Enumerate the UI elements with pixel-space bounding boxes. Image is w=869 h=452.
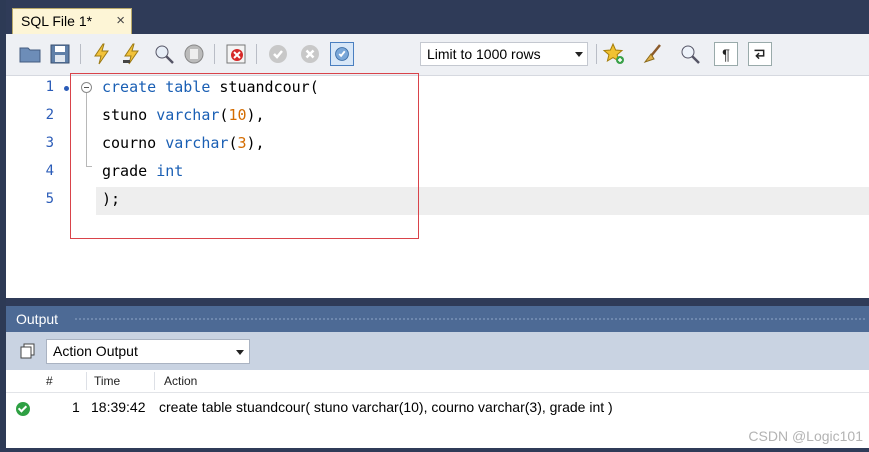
- chevron-down-icon: [236, 350, 244, 355]
- row-time: 18:39:42: [91, 399, 146, 415]
- toolbar-separator: [596, 44, 597, 64]
- commit-icon[interactable]: [266, 42, 290, 66]
- toolbar-separator: [80, 44, 81, 64]
- rollback-icon[interactable]: [298, 42, 322, 66]
- tab-bar: SQL File 1* ×: [6, 0, 869, 34]
- bookmark-star-icon[interactable]: [602, 42, 626, 66]
- column-action[interactable]: Action: [164, 374, 197, 388]
- find-icon[interactable]: [678, 42, 702, 66]
- invisible-chars-icon[interactable]: ¶: [714, 42, 738, 66]
- autocommit-icon[interactable]: [330, 42, 354, 66]
- copy-icon[interactable]: [20, 343, 36, 359]
- watermark: CSDN @Logic101: [748, 428, 863, 444]
- output-column-header: # Time Action: [6, 370, 869, 393]
- row-num: 1: [72, 399, 80, 415]
- save-icon[interactable]: [48, 42, 72, 66]
- beautify-broom-icon[interactable]: [642, 42, 666, 66]
- row-limit-value: Limit to 1000 rows: [427, 46, 541, 62]
- close-icon[interactable]: ×: [116, 9, 125, 33]
- line-number: 1: [45, 79, 54, 95]
- output-row[interactable]: 1 18:39:42 create table stuandcour( stun…: [6, 396, 869, 420]
- sql-editor[interactable]: 1 2 3 4 5 create table stuandcour( stuno…: [6, 73, 869, 298]
- tab-title: SQL File 1*: [21, 13, 93, 29]
- toolbar-separator: [256, 44, 257, 64]
- output-title: Output: [16, 311, 59, 327]
- row-limit-select[interactable]: Limit to 1000 rows: [420, 42, 588, 66]
- output-header: Output: [6, 306, 869, 332]
- sql-toolbar: Limit to 1000 rows ¶: [6, 34, 869, 76]
- chevron-down-icon: [575, 52, 583, 57]
- workbench-window: SQL File 1* × Limit to 1000 rows ¶ 1 2 3…: [0, 0, 869, 452]
- svg-text:¶: ¶: [722, 48, 730, 64]
- pane-splitter[interactable]: [6, 298, 869, 306]
- execute-current-icon[interactable]: [120, 42, 144, 66]
- execute-icon[interactable]: [90, 42, 114, 66]
- annotation-highlight-box: [70, 73, 419, 239]
- column-time[interactable]: Time: [94, 374, 120, 388]
- row-action: create table stuandcour( stuno varchar(1…: [159, 399, 613, 415]
- line-number: 5: [45, 191, 54, 207]
- open-folder-icon[interactable]: [18, 42, 42, 66]
- tab-sql-file[interactable]: SQL File 1* ×: [12, 8, 132, 34]
- line-number: 3: [45, 135, 54, 151]
- output-mode-value: Action Output: [53, 343, 138, 359]
- bottom-border: [0, 448, 869, 452]
- column-divider[interactable]: [86, 372, 87, 390]
- header-grip: [74, 318, 865, 320]
- statement-marker-icon: [64, 86, 69, 91]
- wrap-icon[interactable]: [748, 42, 772, 66]
- stop-icon[interactable]: [182, 42, 206, 66]
- output-toolbar: Action Output: [6, 332, 869, 370]
- output-mode-select[interactable]: Action Output: [46, 339, 250, 364]
- success-check-icon: [16, 402, 30, 416]
- column-divider[interactable]: [154, 372, 155, 390]
- toggle-error-icon[interactable]: [224, 42, 248, 66]
- explain-icon[interactable]: [152, 42, 176, 66]
- line-number: 4: [45, 163, 54, 179]
- line-number: 2: [45, 107, 54, 123]
- toolbar-separator: [214, 44, 215, 64]
- column-num[interactable]: #: [46, 374, 53, 388]
